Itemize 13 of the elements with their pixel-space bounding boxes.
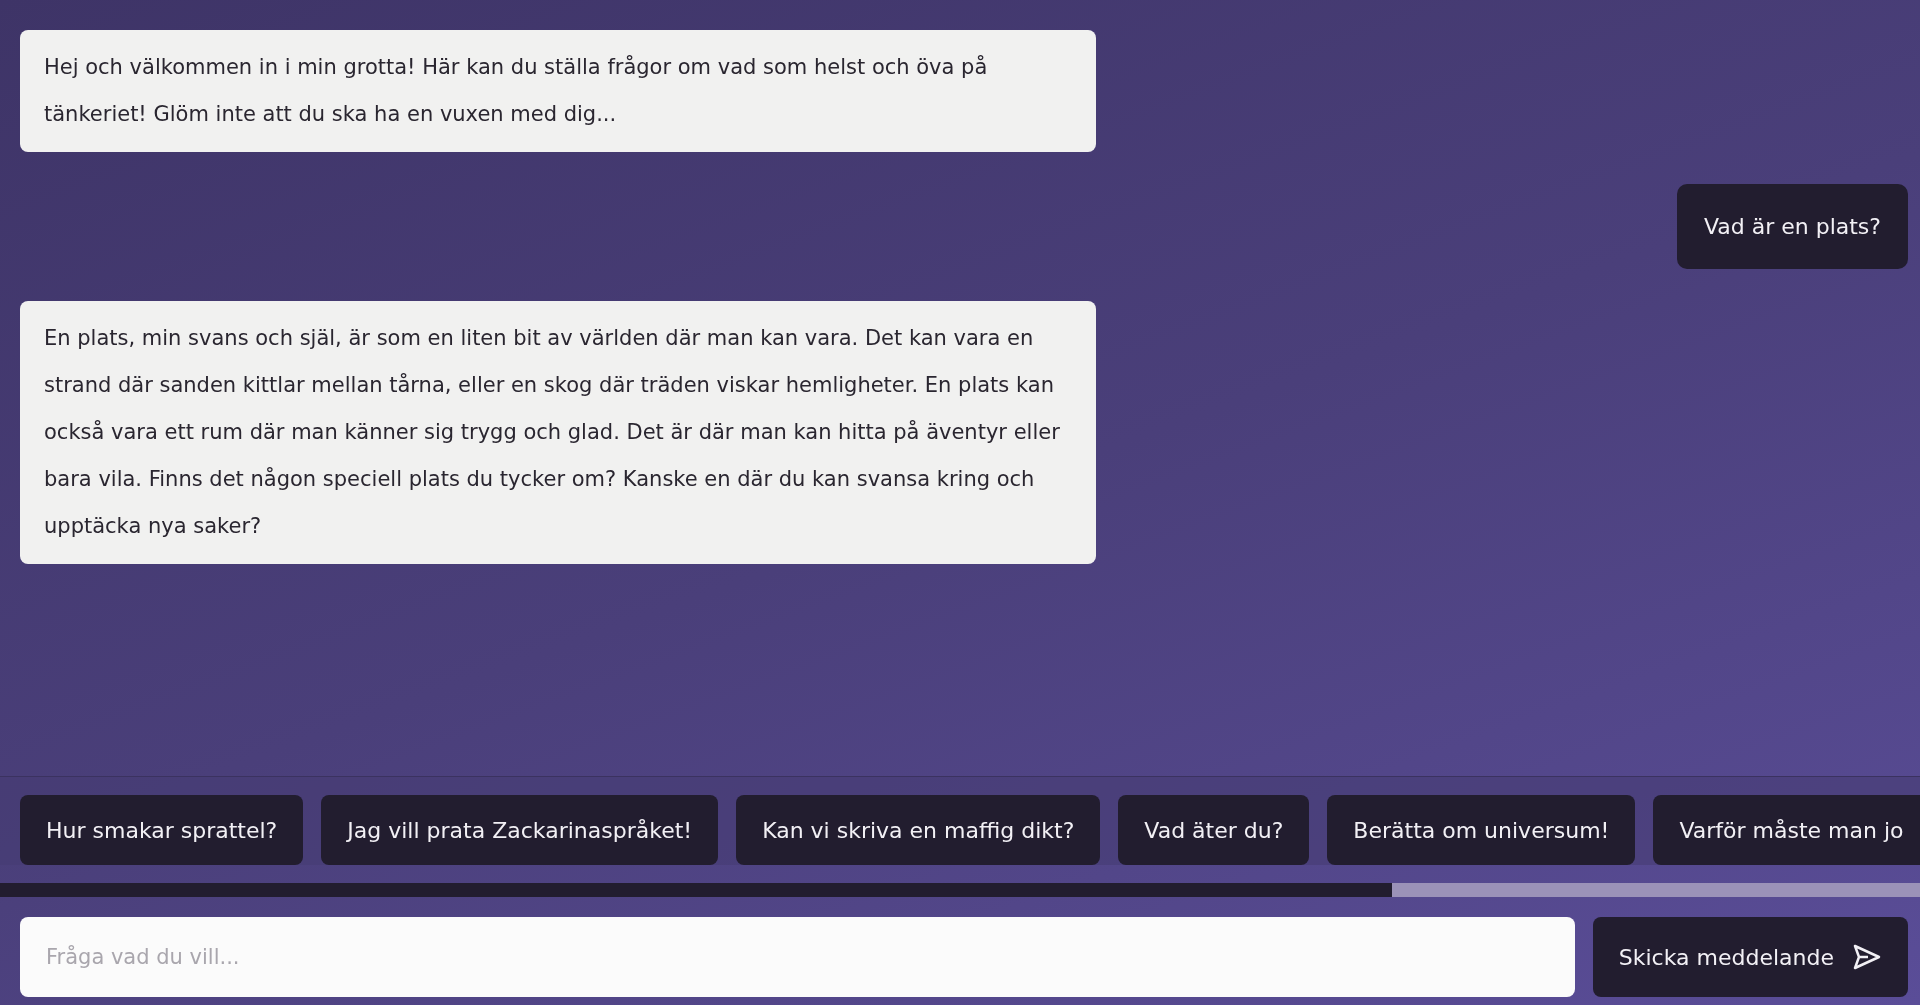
- suggestion-chip[interactable]: Vad äter du?: [1118, 795, 1310, 865]
- user-message: Vad är en plats?: [1676, 184, 1908, 269]
- suggestion-chip[interactable]: Berätta om universum!: [1327, 795, 1636, 865]
- send-button[interactable]: Skicka meddelande: [1592, 917, 1908, 997]
- bot-message: Hej och välkommen in i min grotta! Här kan du ställa frågor om vad som helst och öva på tänkeriet! Glöm inte att du ska ha en vuxen med dig...: [20, 30, 1096, 152]
- scrollbar-thumb[interactable]: [1392, 883, 1920, 897]
- suggestion-chip[interactable]: Hur smakar sprattel?: [20, 795, 304, 865]
- suggestion-chip[interactable]: Kan vi skriva en maffig dikt?: [736, 795, 1101, 865]
- suggestion-chip[interactable]: Varför måste man jo: [1653, 795, 1920, 865]
- message-input-field[interactable]: Fråga vad du vill...: [20, 917, 1575, 997]
- send-icon: [1852, 943, 1882, 971]
- bot-message: En plats, min svans och själ, är som en liten bit av världen där man kan vara. Det kan vara en strand där sanden kittlar mellan tårna, eller en skog där träden viskar hemligheter. En plats kan också vara ett rum där man känner sig trygg och glad. Det är där man kan hitta på äventyr eller bara vila. Finns det någon speciell plats du tycker om? Kanske en där du kan svansa kring och upptäcka nya saker?: [20, 301, 1096, 564]
- suggestion-chip[interactable]: Jag vill prata Zackarinaspråket!: [321, 795, 719, 865]
